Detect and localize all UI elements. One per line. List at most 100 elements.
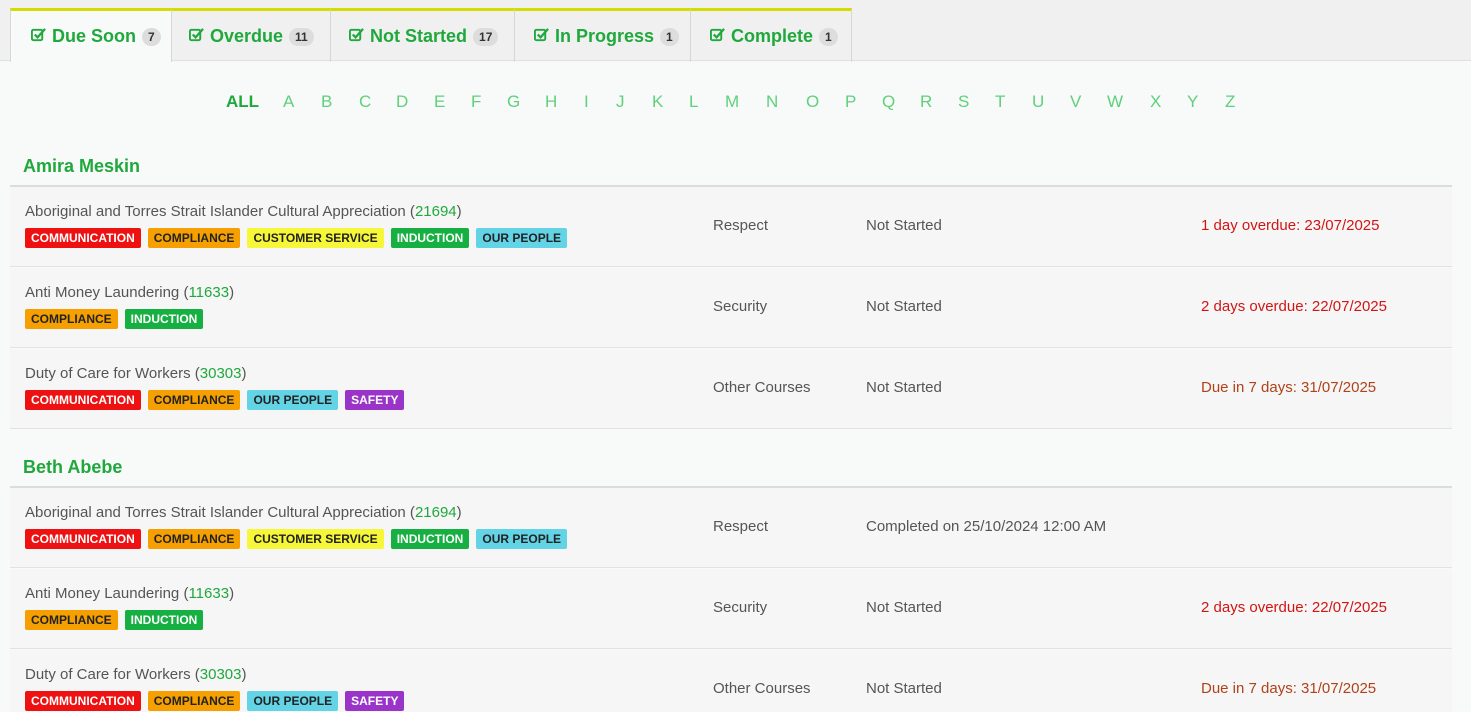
letter-filter[interactable]: R: [920, 92, 932, 112]
tag-safety: SAFETY: [345, 691, 405, 711]
checkbox-checked-icon: [189, 26, 204, 47]
tab-count-badge: 17: [473, 27, 499, 46]
checkbox-checked-icon: [31, 26, 46, 47]
tab-label: Complete: [731, 26, 814, 46]
tag-list: COMMUNICATION COMPLIANCE OUR PEOPLE SAFE…: [25, 390, 405, 410]
letter-filter[interactable]: N: [766, 92, 778, 112]
course-code-link[interactable]: 30303: [200, 365, 242, 382]
course-status: Not Started: [866, 680, 942, 697]
course-code-link[interactable]: 11633: [188, 585, 229, 602]
tab-count-badge: 1: [660, 27, 679, 46]
person-name: Beth Abebe: [23, 457, 123, 477]
tab-label: Not Started: [370, 26, 468, 46]
tab-due-soon[interactable]: Due Soon 7: [10, 8, 172, 62]
tag-compliance: COMPLIANCE: [147, 529, 241, 549]
tag-communication: COMMUNICATION: [25, 691, 141, 711]
letter-filter[interactable]: D: [396, 92, 408, 112]
tag-list: COMPLIANCE INDUCTION: [25, 610, 204, 630]
letter-filter[interactable]: I: [584, 92, 589, 112]
letter-filter-all[interactable]: ALL: [226, 92, 259, 112]
course-title: Aboriginal and Torres Strait Islander Cu…: [25, 504, 462, 521]
course-code-link[interactable]: 11633: [188, 284, 229, 301]
course-status: Not Started: [866, 298, 942, 315]
tab-count-badge: 1: [819, 27, 838, 46]
course-title: Anti Money Laundering (11633): [25, 284, 235, 301]
course-code-link[interactable]: 21694: [415, 203, 457, 220]
tag-communication: COMMUNICATION: [25, 390, 141, 410]
course-name: Anti Money Laundering: [25, 585, 180, 602]
course-category: Respect: [713, 217, 769, 234]
course-name: Duty of Care for Workers: [25, 666, 191, 683]
course-code-link[interactable]: 30303: [200, 666, 242, 683]
letter-filter[interactable]: P: [845, 92, 856, 112]
letter-filter[interactable]: C: [359, 92, 371, 112]
letter-filter[interactable]: O: [806, 92, 819, 112]
tab-label: Overdue: [210, 26, 284, 46]
course-name: Anti Money Laundering: [25, 284, 180, 301]
letter-filter[interactable]: B: [321, 92, 332, 112]
letter-filter[interactable]: J: [616, 92, 625, 112]
tag-list: COMPLIANCE INDUCTION: [25, 309, 204, 329]
checkbox-checked-icon: [349, 26, 364, 47]
tag-communication: COMMUNICATION: [25, 228, 141, 248]
letter-filter[interactable]: S: [958, 92, 969, 112]
tab-label: In Progress: [555, 26, 655, 46]
course-row: Anti Money Laundering (11633) COMPLIANCE…: [10, 569, 1452, 649]
letter-filter[interactable]: H: [545, 92, 557, 112]
letter-filter[interactable]: A: [283, 92, 294, 112]
tag-induction: INDUCTION: [124, 610, 204, 630]
letter-filter[interactable]: M: [725, 92, 739, 112]
course-category: Security: [713, 599, 768, 616]
letter-filter[interactable]: Y: [1187, 92, 1198, 112]
letter-filter[interactable]: Z: [1225, 92, 1235, 112]
person-name: Amira Meskin: [23, 156, 141, 176]
tag-our-people: OUR PEOPLE: [247, 390, 339, 410]
tab-bar: Due Soon 7 Overdue 11 Not Started 17 In …: [0, 0, 1471, 62]
course-status: Not Started: [866, 379, 942, 396]
letter-filter[interactable]: F: [471, 92, 481, 112]
tag-safety: SAFETY: [345, 390, 405, 410]
tab-complete[interactable]: Complete 1: [691, 8, 852, 62]
letter-filter[interactable]: G: [507, 92, 520, 112]
course-name: Aboriginal and Torres Strait Islander Cu…: [25, 203, 406, 220]
course-category: Security: [713, 298, 768, 315]
letter-filter[interactable]: E: [434, 92, 445, 112]
checkbox-checked-icon: [710, 26, 725, 47]
tag-compliance: COMPLIANCE: [25, 309, 118, 329]
tag-customer-service: CUSTOMER SERVICE: [247, 529, 384, 549]
letter-filter[interactable]: L: [689, 92, 698, 112]
course-status: Completed on 25/10/2024 12:00 AM: [866, 518, 1107, 535]
tag-induction: INDUCTION: [390, 529, 470, 549]
tag-our-people: OUR PEOPLE: [476, 529, 568, 549]
course-category: Other Courses: [713, 680, 811, 697]
tag-list: COMMUNICATION COMPLIANCE CUSTOMER SERVIC…: [25, 228, 568, 248]
course-code-link[interactable]: 21694: [415, 504, 457, 521]
due-date: 2 days overdue: 22/07/2025: [1201, 298, 1387, 315]
letter-filter[interactable]: X: [1150, 92, 1161, 112]
tag-our-people: OUR PEOPLE: [247, 691, 339, 711]
course-row: Aboriginal and Torres Strait Islander Cu…: [10, 187, 1452, 267]
letter-filter[interactable]: Q: [882, 92, 895, 112]
tag-list: COMMUNICATION COMPLIANCE CUSTOMER SERVIC…: [25, 529, 568, 549]
course-title: Duty of Care for Workers (30303): [25, 365, 247, 382]
letter-filter[interactable]: U: [1032, 92, 1044, 112]
letter-filter[interactable]: W: [1107, 92, 1123, 112]
tab-overdue[interactable]: Overdue 11: [172, 8, 331, 62]
course-status: Not Started: [866, 599, 942, 616]
tab-in-progress[interactable]: In Progress 1: [515, 8, 691, 62]
tag-compliance: COMPLIANCE: [147, 691, 241, 711]
tag-induction: INDUCTION: [124, 309, 204, 329]
tab-not-started[interactable]: Not Started 17: [331, 8, 515, 62]
course-name: Aboriginal and Torres Strait Islander Cu…: [25, 504, 406, 521]
course-category: Other Courses: [713, 379, 811, 396]
course-row: Duty of Care for Workers (30303) COMMUNI…: [10, 349, 1452, 429]
letter-filter[interactable]: T: [995, 92, 1005, 112]
tag-compliance: COMPLIANCE: [25, 610, 118, 630]
course-status: Not Started: [866, 217, 942, 234]
course-row: Aboriginal and Torres Strait Islander Cu…: [10, 488, 1452, 568]
due-date: 2 days overdue: 22/07/2025: [1201, 599, 1387, 616]
letter-filter[interactable]: K: [652, 92, 663, 112]
letter-filter[interactable]: V: [1070, 92, 1081, 112]
checkbox-checked-icon: [534, 26, 549, 47]
tag-our-people: OUR PEOPLE: [476, 228, 568, 248]
